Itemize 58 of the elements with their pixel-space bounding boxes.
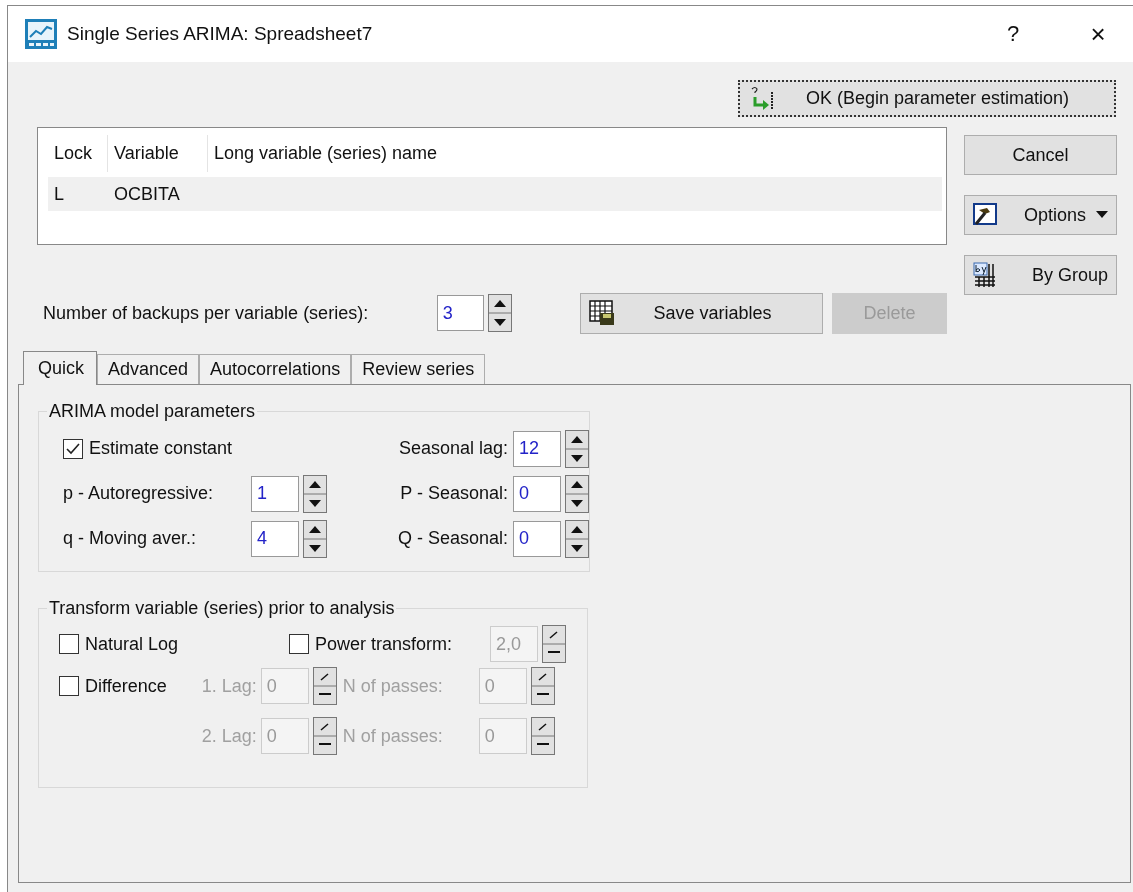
spin-buttons[interactable] — [312, 667, 337, 705]
column-header[interactable]: Long variable (series) name — [208, 135, 438, 172]
window-title: Single Series ARIMA: Spreadsheet7 — [67, 23, 374, 45]
tab[interactable]: Autocorrelations — [199, 354, 352, 384]
checkbox-label: Difference — [85, 675, 167, 697]
checkbox[interactable] — [59, 676, 79, 696]
group-title: ARIMA model parameters — [48, 401, 257, 422]
number-field[interactable]: 1 — [251, 475, 299, 512]
spin-buttons[interactable] — [542, 625, 566, 663]
spin-buttons[interactable] — [488, 294, 513, 332]
backups-label: Number of backups per variable (series): — [43, 302, 370, 324]
bygroup-button[interactable]: By Group — [964, 255, 1117, 295]
number-field[interactable]: 0 — [513, 475, 561, 512]
field-label: 2. Lag: — [200, 725, 257, 747]
spin-buttons[interactable] — [312, 717, 337, 755]
number-field[interactable]: 0 — [513, 520, 561, 557]
app-chart-icon — [25, 19, 57, 49]
spin-buttons[interactable] — [565, 519, 589, 558]
grid-disk-icon — [589, 300, 616, 326]
variable-row[interactable]: L OCBITA — [48, 177, 942, 211]
tab[interactable]: Quick — [23, 351, 97, 385]
field-label: N of passes: — [342, 675, 444, 697]
field-label: P - Seasonal: — [400, 483, 508, 504]
hammer-icon — [973, 203, 997, 227]
spin-buttons[interactable] — [303, 519, 327, 558]
checkbox-label: Power transform: — [315, 633, 453, 655]
tab[interactable]: Advanced — [97, 354, 200, 384]
spin-buttons[interactable] — [530, 667, 555, 705]
field-label: Seasonal lag: — [398, 438, 508, 459]
options-button[interactable]: Options — [964, 195, 1117, 235]
by-group-icon — [973, 262, 997, 288]
close-button[interactable]: × — [1068, 17, 1128, 51]
field-label: 1. Lag: — [200, 675, 257, 697]
ok-button[interactable]: OK (Begin parameter estimation) — [738, 80, 1116, 117]
spin-buttons[interactable] — [565, 474, 589, 513]
arrow-icon — [750, 85, 776, 112]
number-field[interactable]: 12 — [513, 430, 561, 467]
tab[interactable]: Review series — [351, 354, 486, 384]
checkbox[interactable] — [59, 634, 79, 654]
spin-buttons[interactable] — [303, 474, 327, 513]
caret-icon — [1096, 211, 1108, 219]
column-header[interactable]: Lock — [48, 135, 108, 172]
spin-buttons[interactable] — [565, 429, 589, 468]
group-title: Transform variable (series) prior to analysis — [48, 598, 396, 619]
field-label: q - Moving aver.: — [63, 528, 198, 549]
checkbox[interactable] — [63, 438, 83, 459]
field-label: Q - Seasonal: — [397, 528, 508, 549]
field-label: p - Autoregressive: — [63, 483, 215, 504]
backups-field[interactable]: 3 — [436, 295, 485, 331]
field-label: N of passes: — [342, 725, 444, 747]
help-button[interactable]: ? — [983, 20, 1043, 48]
spin-buttons[interactable] — [530, 717, 555, 755]
checkbox-label: Natural Log — [85, 633, 179, 655]
checkbox-label: Estimate constant — [89, 438, 233, 459]
column-header[interactable]: Variable — [108, 135, 208, 172]
cancel-button[interactable]: Cancel — [964, 135, 1117, 175]
number-field[interactable]: 4 — [251, 520, 299, 557]
save-variables-button[interactable]: Save variables — [580, 292, 824, 334]
